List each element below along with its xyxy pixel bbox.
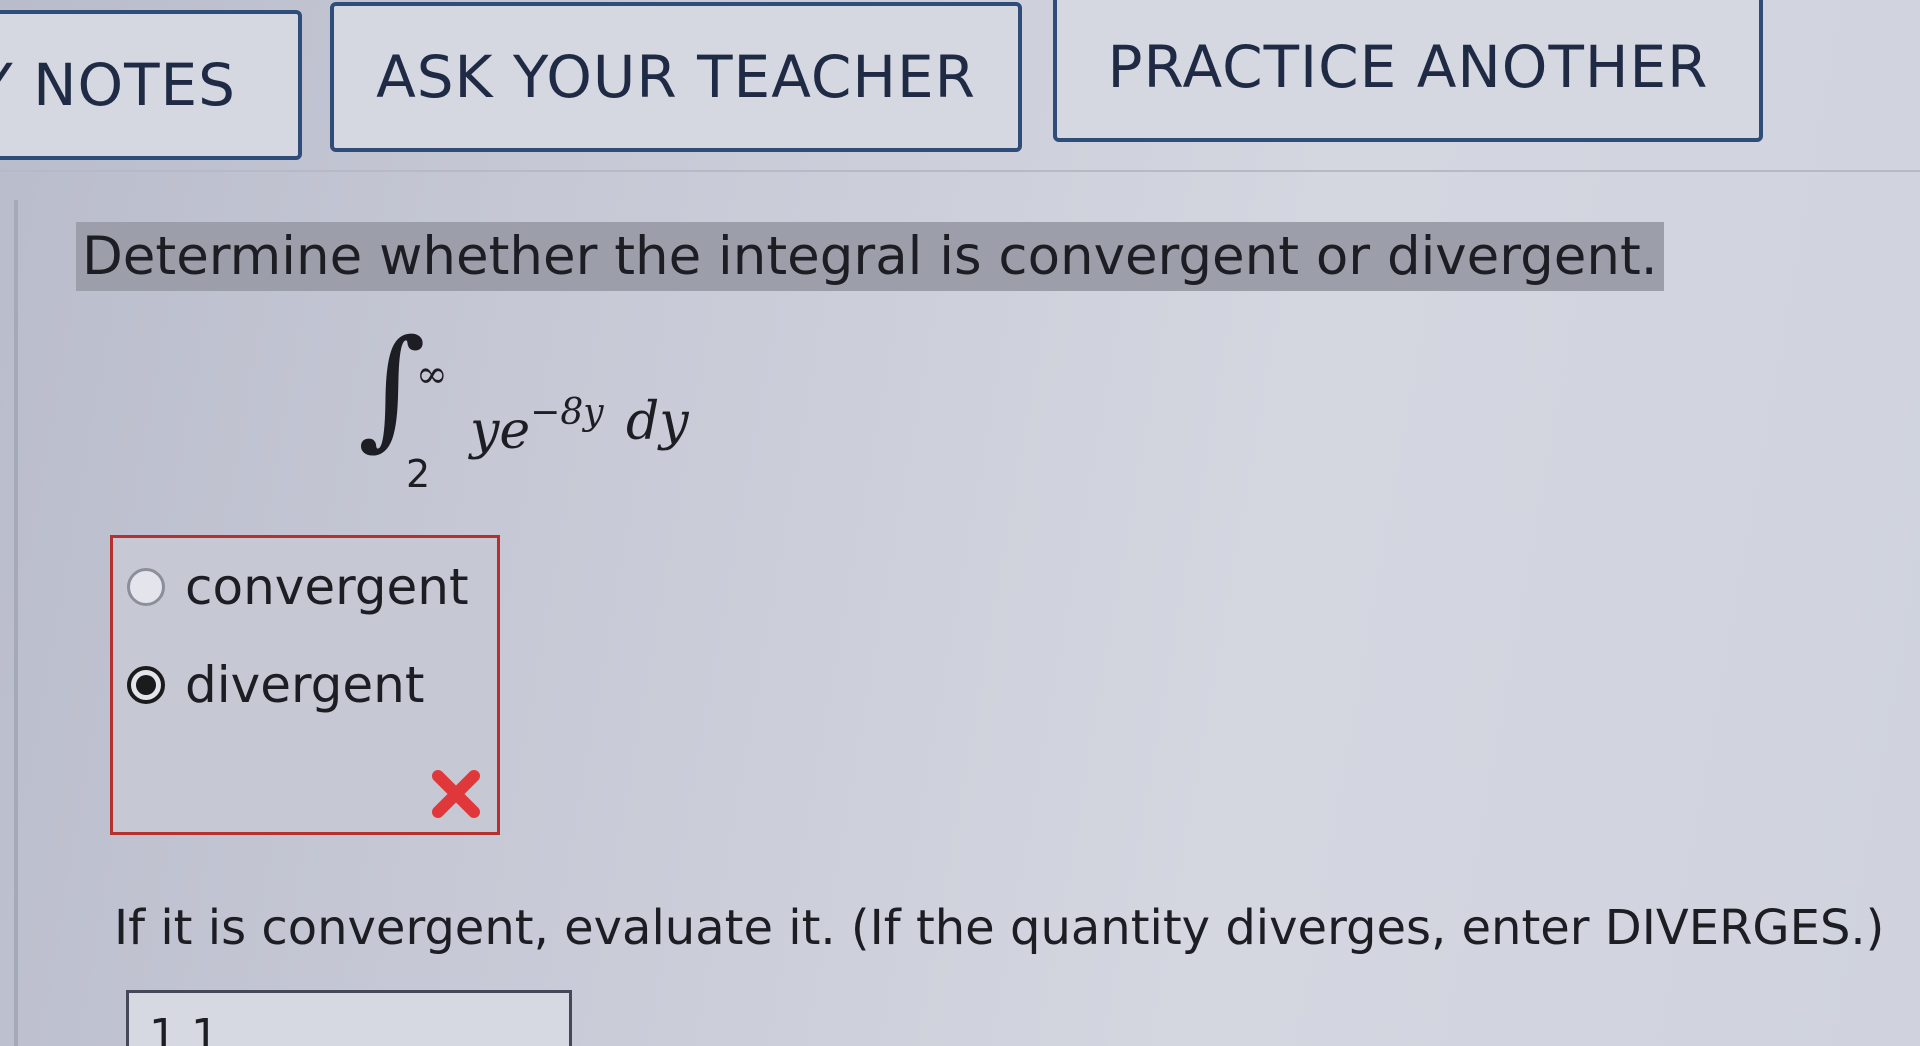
radio-convergent[interactable]: [127, 568, 165, 606]
option-label-convergent: convergent: [185, 558, 469, 616]
option-convergent[interactable]: convergent: [127, 558, 469, 616]
assignment-page: Y NOTES ASK YOUR TEACHER PRACTICE ANOTHE…: [0, 0, 1920, 1046]
integrand: ye−8y: [470, 392, 604, 461]
integrand-exponent: −8y: [530, 392, 604, 433]
my-notes-button[interactable]: Y NOTES: [0, 10, 302, 160]
lower-limit: 2: [406, 452, 431, 496]
integrand-base: ye: [470, 401, 531, 461]
question-content: Determine whether the integral is conver…: [14, 200, 1920, 1046]
question-toolbar: Y NOTES ASK YOUR TEACHER PRACTICE ANOTHE…: [0, 0, 1920, 172]
option-label-divergent: divergent: [185, 656, 425, 714]
differential: dy: [626, 392, 689, 452]
evaluation-answer-input[interactable]: [126, 990, 572, 1046]
red-x-icon: [432, 770, 480, 818]
radio-divergent[interactable]: [127, 666, 165, 704]
integral-expression: ∫ ∞ 2 ye−8y dy: [358, 322, 738, 520]
answer-choices-box: convergent divergent: [110, 535, 500, 835]
upper-limit: ∞: [416, 352, 448, 396]
radio-selected-dot: [136, 675, 156, 695]
evaluation-prompt: If it is convergent, evaluate it. (If th…: [114, 900, 1885, 956]
question-prompt: Determine whether the integral is conver…: [76, 222, 1664, 291]
option-divergent[interactable]: divergent: [127, 656, 424, 714]
practice-another-button[interactable]: PRACTICE ANOTHER: [1053, 0, 1763, 142]
ask-your-teacher-button[interactable]: ASK YOUR TEACHER: [330, 2, 1022, 152]
